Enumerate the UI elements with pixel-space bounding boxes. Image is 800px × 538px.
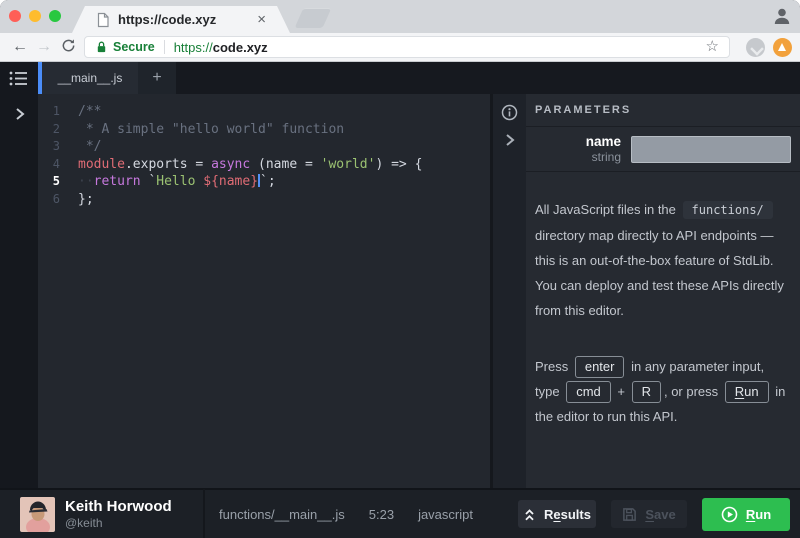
tab-title: https://code.xyz: [118, 12, 217, 27]
expand-sidebar-icon[interactable]: [13, 106, 26, 122]
play-icon: [721, 506, 738, 522]
extension-icon-gray[interactable]: [746, 37, 765, 57]
browser-tab[interactable]: https://code.xyz ×: [72, 6, 290, 33]
param-type: string: [591, 150, 621, 164]
user-text: Keith Horwood @keith: [65, 498, 172, 530]
page-icon: [96, 12, 110, 28]
code-line[interactable]: 4 module.exports = async (name = 'world')…: [38, 156, 490, 174]
cursor-position: 5:23: [368, 506, 395, 522]
forward-button[interactable]: →: [32, 38, 56, 56]
extension-icon-orange[interactable]: [773, 37, 792, 57]
panel-header: PARAMETERS: [526, 94, 800, 127]
editor-content: 1/** 2 * A simple "hello world" function 3…: [38, 94, 800, 488]
save-icon: [623, 507, 637, 521]
code-chip: functions/: [682, 201, 773, 219]
line-number: 3: [52, 139, 60, 153]
key-chip: R: [631, 381, 661, 403]
language-label: javascript: [418, 506, 473, 522]
line-number: 4: [52, 156, 60, 171]
code-line[interactable]: 6};: [38, 191, 490, 209]
code-editor-app: __main__.js + 1/** 2 * A simple "hello wo…: [0, 62, 800, 488]
action-buttons: Results Save Run: [518, 497, 800, 531]
param-name: name: [585, 134, 621, 149]
param-name-input[interactable]: [631, 135, 791, 163]
menu-list-icon[interactable]: [8, 70, 30, 87]
user-handle: @keith: [65, 516, 103, 530]
collapse-panel-icon[interactable]: [503, 132, 516, 148]
line-number: 6: [52, 191, 60, 206]
panel-help-text: All JavaScript files in the functions/ d…: [526, 172, 800, 429]
run-button[interactable]: Run: [702, 497, 790, 531]
panel-paragraph: All JavaScript files in the functions/ d…: [535, 201, 784, 318]
traffic-lights: [9, 10, 61, 22]
chevrons-up-icon: [525, 508, 534, 520]
panel-rail: [493, 94, 526, 488]
address-bar[interactable]: Secure https:// code.xyz ☆: [84, 36, 730, 58]
param-label: name string: [535, 134, 621, 164]
browser-toolbar: ← → Secure https:// code.xyz ☆: [0, 33, 800, 62]
browser-window: https://code.xyz × ← → Secure https:// c…: [0, 0, 800, 538]
save-label: Save: [645, 506, 676, 522]
url-host: code.xyz: [212, 39, 268, 55]
avatar[interactable]: [20, 496, 55, 532]
back-button[interactable]: ←: [8, 38, 32, 56]
code-line[interactable]: 5 ··return `Hello ${name} `;: [38, 173, 490, 191]
close-tab-icon[interactable]: ×: [257, 12, 266, 27]
panel-paragraph: Press enter in any parameter input, type…: [535, 354, 788, 429]
editor-new-tab-button[interactable]: +: [138, 62, 176, 94]
key-chip: cmd: [566, 381, 611, 403]
key-chip: enter: [574, 356, 625, 378]
bookmark-star-icon[interactable]: ☆: [706, 39, 719, 54]
file-info: functions/__main__.js 5:23 javascript: [205, 507, 473, 522]
browser-tabstrip: https://code.xyz ×: [0, 0, 800, 33]
new-tab-button[interactable]: [294, 8, 332, 28]
run-label: Run: [745, 506, 772, 522]
results-label: Results: [544, 506, 591, 522]
user-info: Keith Horwood @keith: [0, 496, 203, 532]
editor-main: __main__.js + 1/** 2 * A simple "hello wo…: [38, 62, 800, 488]
user-name: Keith Horwood: [65, 498, 172, 515]
line-number: 2: [52, 121, 60, 136]
key-chip: Run: [724, 381, 769, 403]
url-scheme: https://: [173, 39, 213, 55]
reload-button[interactable]: [56, 38, 80, 56]
url-separator: [163, 40, 165, 54]
left-rail: [0, 62, 38, 488]
code-line[interactable]: 1/**: [38, 103, 490, 121]
editor-tabbar: __main__.js +: [38, 62, 800, 94]
results-button[interactable]: Results: [518, 500, 596, 528]
status-bar: Keith Horwood @keith functions/__main__.…: [0, 488, 800, 538]
minimize-window-button[interactable]: [29, 10, 41, 22]
file-path: functions/__main__.js: [219, 506, 345, 522]
close-window-button[interactable]: [9, 10, 21, 22]
lock-icon: [97, 41, 106, 53]
panel-body: PARAMETERS name string All JavaScript fi…: [526, 94, 800, 488]
parameters-panel: PARAMETERS name string All JavaScript fi…: [490, 94, 800, 488]
info-icon[interactable]: [501, 104, 518, 121]
code-editor[interactable]: 1/** 2 * A simple "hello world" function 3…: [38, 94, 490, 488]
line-number: 1: [52, 104, 60, 118]
code-line[interactable]: 3 */: [38, 138, 490, 156]
profile-icon[interactable]: [772, 6, 792, 26]
param-row: name string: [526, 127, 800, 172]
line-number: 5: [52, 174, 60, 188]
zoom-window-button[interactable]: [49, 10, 61, 22]
secure-label: Secure: [113, 40, 155, 54]
editor-tab-main-js[interactable]: __main__.js: [42, 62, 138, 94]
code-line[interactable]: 2 * A simple "hello world" function: [38, 121, 490, 139]
save-button[interactable]: Save: [611, 500, 687, 528]
